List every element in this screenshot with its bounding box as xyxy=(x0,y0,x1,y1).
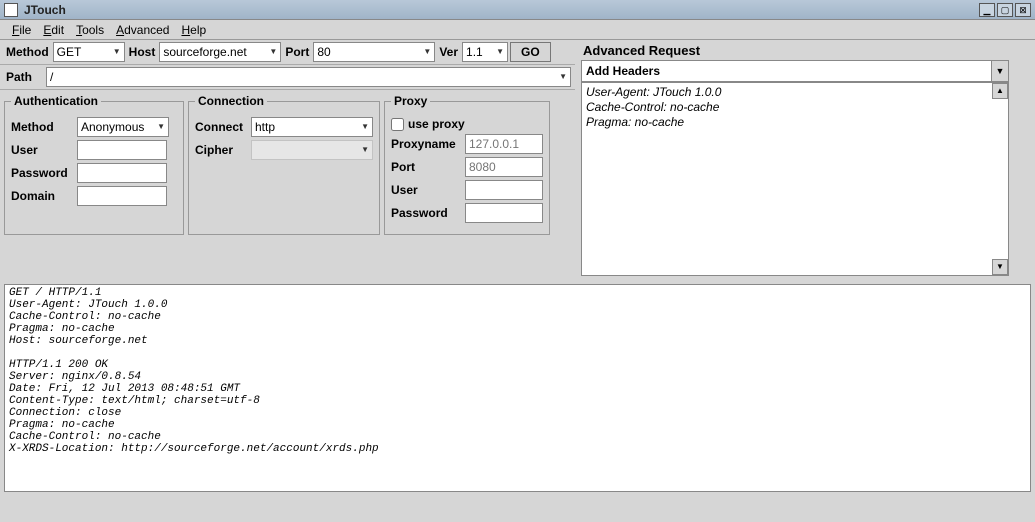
request-toolbar: Method GET Host sourceforge.net Port 80 … xyxy=(0,40,575,65)
proxy-user-label: User xyxy=(391,183,461,197)
window-title: JTouch xyxy=(24,3,977,17)
host-label: Host xyxy=(127,45,158,59)
headers-textarea[interactable]: User-Agent: JTouch 1.0.0 Cache-Control: … xyxy=(581,82,1009,276)
maximize-button[interactable]: ▢ xyxy=(997,3,1013,17)
connect-label: Connect xyxy=(195,120,247,134)
use-proxy-checkbox[interactable] xyxy=(391,118,404,131)
proxy-password-input[interactable] xyxy=(465,203,543,223)
path-select[interactable]: / xyxy=(46,67,571,87)
proxy-group: Proxy use proxy Proxyname Port User Pass… xyxy=(384,94,550,235)
advanced-request-title: Advanced Request xyxy=(581,42,1009,60)
minimize-button[interactable]: ▁ xyxy=(979,3,995,17)
cipher-select[interactable] xyxy=(251,140,373,160)
close-button[interactable]: ⊠ xyxy=(1015,3,1031,17)
add-headers-dropdown[interactable]: Add Headers xyxy=(581,60,992,82)
use-proxy-label: use proxy xyxy=(408,117,465,131)
proxyname-input[interactable] xyxy=(465,134,543,154)
menu-bar: File Edit Tools Advanced Help xyxy=(0,20,1035,40)
menu-file[interactable]: File xyxy=(6,21,37,39)
scroll-down-icon[interactable]: ▼ xyxy=(992,259,1008,275)
title-bar: JTouch ▁ ▢ ⊠ xyxy=(0,0,1035,20)
menu-advanced[interactable]: Advanced xyxy=(110,21,175,39)
auth-method-label: Method xyxy=(11,120,73,134)
scroll-up-icon[interactable]: ▲ xyxy=(992,83,1008,99)
auth-user-label: User xyxy=(11,143,73,157)
auth-group: Authentication Method Anonymous User Pas… xyxy=(4,94,184,235)
path-label: Path xyxy=(4,70,44,84)
proxy-password-label: Password xyxy=(391,206,461,220)
proxy-user-input[interactable] xyxy=(465,180,543,200)
conn-legend: Connection xyxy=(195,94,267,108)
conn-group: Connection Connect http Cipher xyxy=(188,94,380,235)
port-select[interactable]: 80 xyxy=(313,42,435,62)
host-select[interactable]: sourceforge.net xyxy=(159,42,281,62)
output-textarea[interactable]: GET / HTTP/1.1 User-Agent: JTouch 1.0.0 … xyxy=(4,284,1031,492)
add-headers-label: Add Headers xyxy=(586,64,660,78)
auth-password-label: Password xyxy=(11,166,73,180)
ver-select[interactable]: 1.1 xyxy=(462,42,508,62)
method-label: Method xyxy=(4,45,51,59)
go-button[interactable]: GO xyxy=(510,42,551,62)
port-label: Port xyxy=(283,45,311,59)
proxyname-label: Proxyname xyxy=(391,137,461,151)
ver-label: Ver xyxy=(437,45,460,59)
auth-domain-label: Domain xyxy=(11,189,73,203)
menu-edit[interactable]: Edit xyxy=(37,21,70,39)
cipher-label: Cipher xyxy=(195,143,247,157)
auth-domain-input[interactable] xyxy=(77,186,167,206)
proxy-port-input[interactable] xyxy=(465,157,543,177)
auth-method-select[interactable]: Anonymous xyxy=(77,117,169,137)
chevron-down-icon[interactable]: ▼ xyxy=(991,60,1009,82)
method-select[interactable]: GET xyxy=(53,42,125,62)
proxy-port-label: Port xyxy=(391,160,461,174)
menu-help[interactable]: Help xyxy=(175,21,212,39)
path-toolbar: Path / xyxy=(0,65,575,90)
auth-legend: Authentication xyxy=(11,94,101,108)
menu-tools[interactable]: Tools xyxy=(70,21,110,39)
proxy-legend: Proxy xyxy=(391,94,430,108)
auth-password-input[interactable] xyxy=(77,163,167,183)
app-icon xyxy=(4,3,18,17)
auth-user-input[interactable] xyxy=(77,140,167,160)
connect-select[interactable]: http xyxy=(251,117,373,137)
